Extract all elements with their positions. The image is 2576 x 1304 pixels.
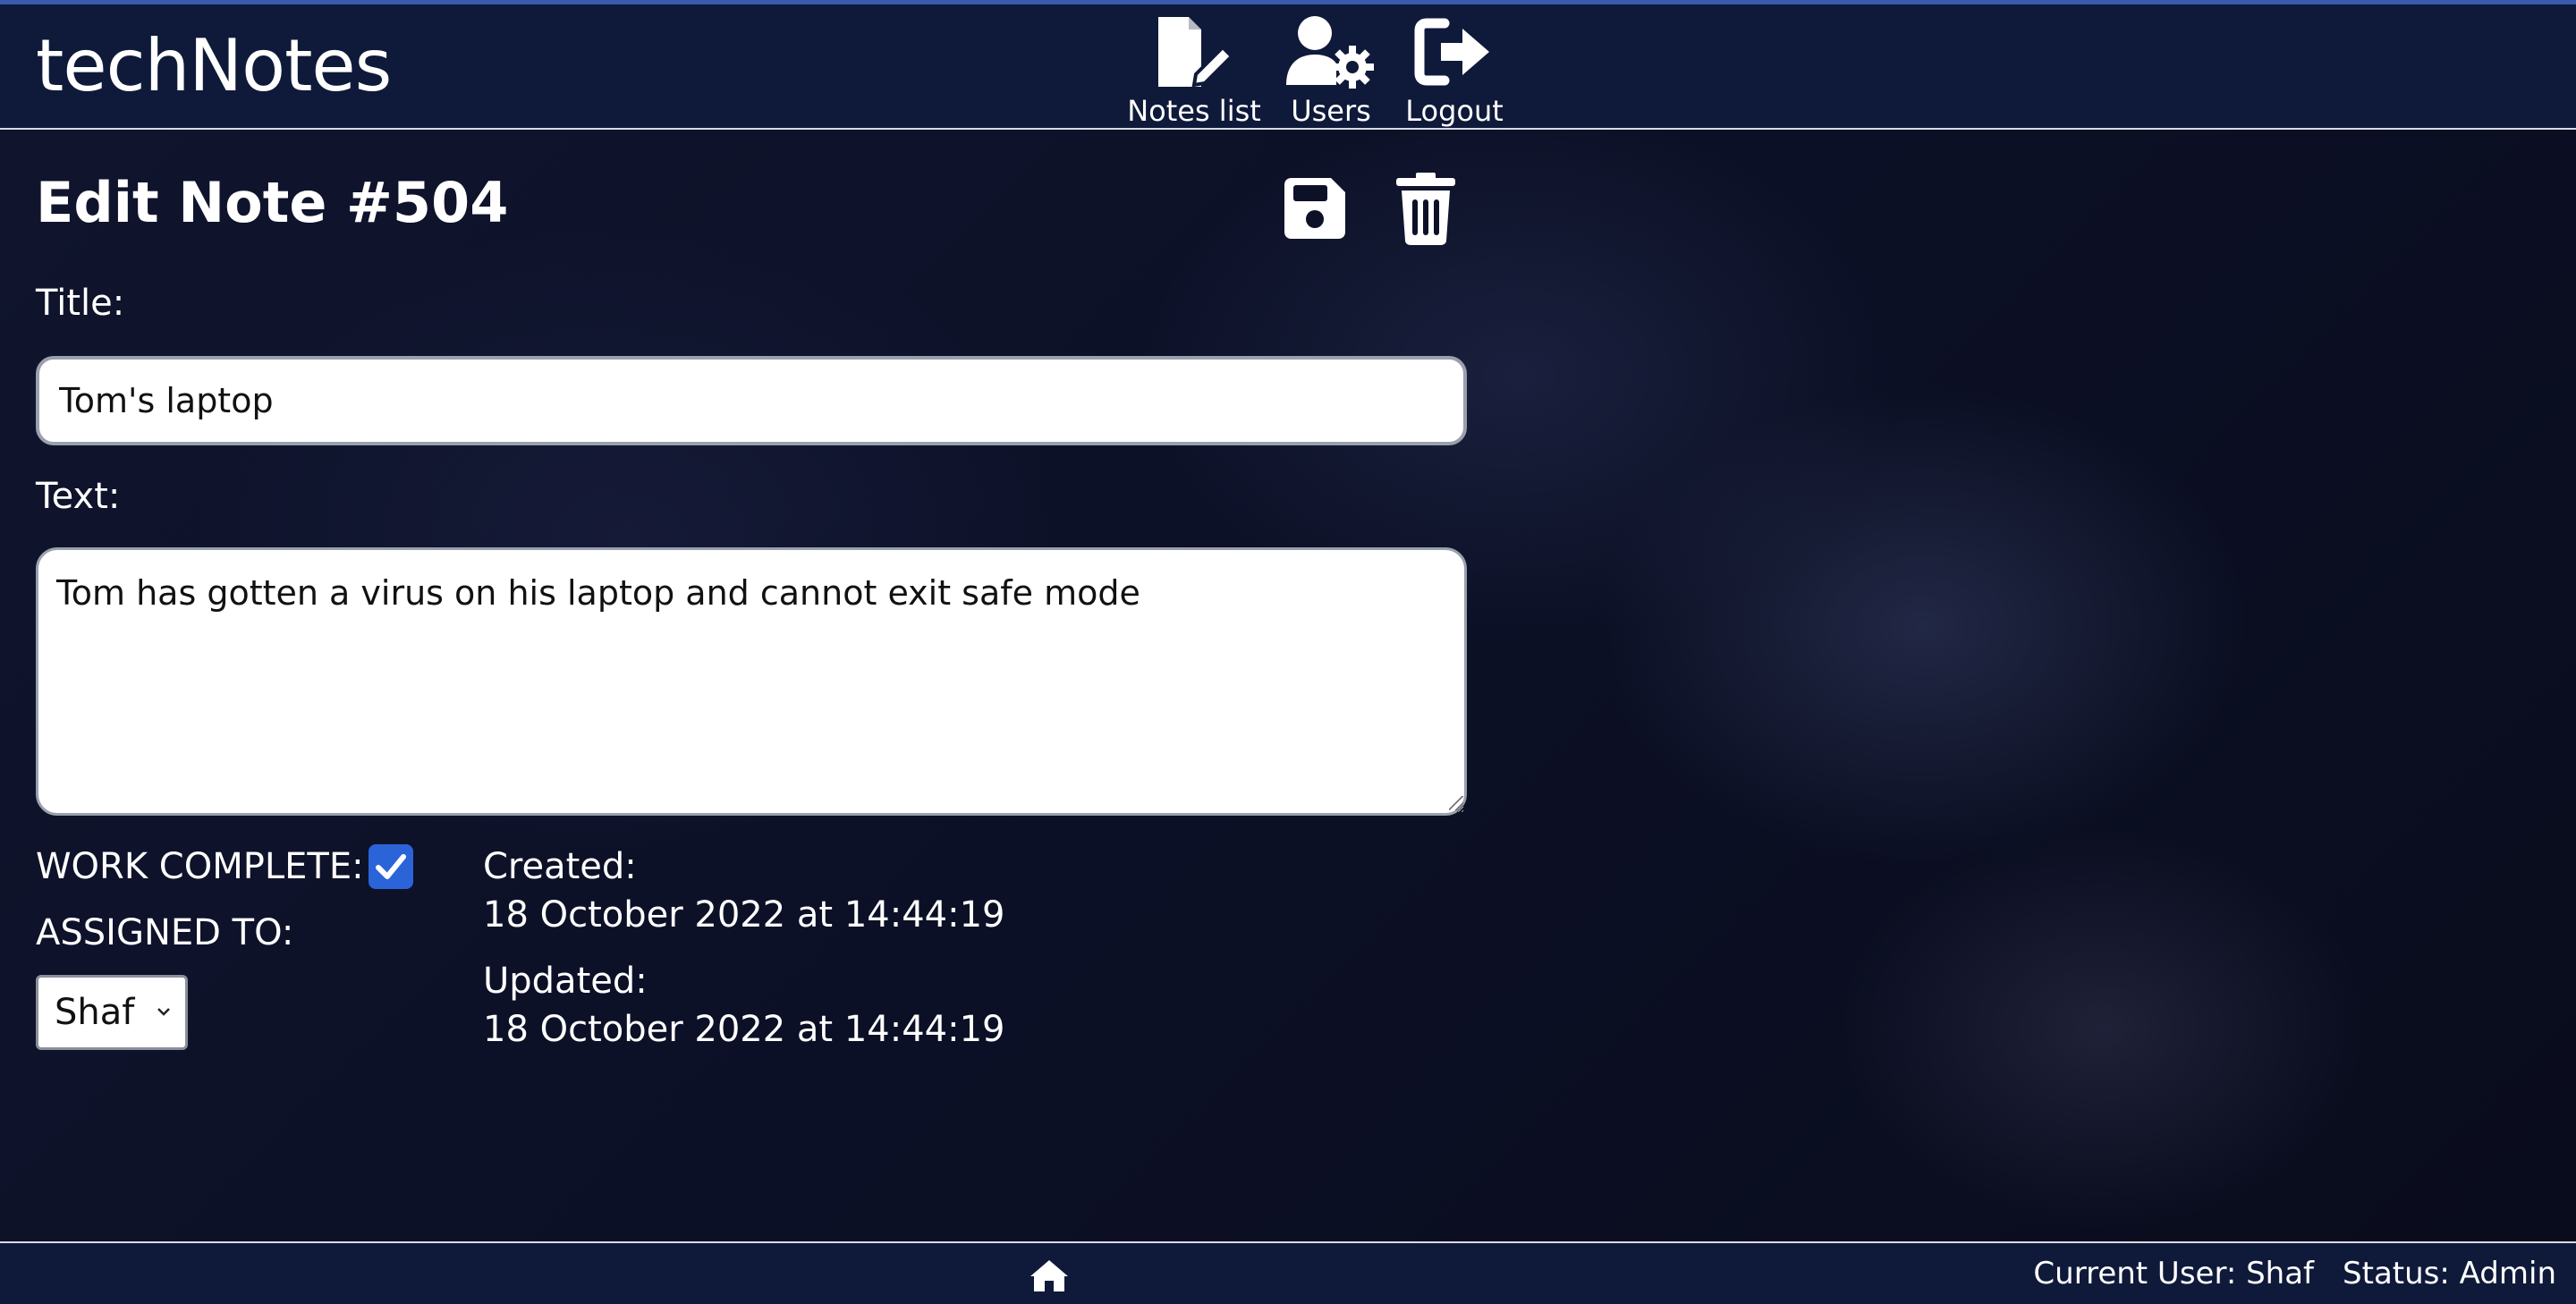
updated-info: Updated: 18 October 2022 at 14:44:19 — [483, 957, 1004, 1054]
note-actions — [1279, 166, 1462, 250]
current-user-text: Current User: Shaf — [2033, 1256, 2315, 1291]
app-footer: Current User: Shaf Status: Admin — [0, 1241, 2576, 1304]
chevron-down-icon — [157, 1008, 170, 1016]
assigned-user-select[interactable]: Shaf — [36, 975, 188, 1050]
sign-out-icon — [1405, 12, 1504, 92]
updated-label: Updated: — [483, 961, 648, 1002]
file-pen-icon — [1145, 12, 1243, 92]
home-icon — [1030, 1260, 1068, 1291]
checkmark-icon — [376, 854, 406, 879]
assigned-to-label: ASSIGNED TO: — [36, 912, 294, 953]
trash-icon — [1396, 173, 1455, 245]
updated-value: 18 October 2022 at 14:44:19 — [483, 1009, 1005, 1050]
users-label: Users — [1291, 94, 1371, 128]
created-info: Created: 18 October 2022 at 14:44:19 — [483, 843, 1004, 939]
logout-label: Logout — [1405, 94, 1504, 128]
footer-status: Current User: Shaf Status: Admin — [2033, 1256, 2556, 1291]
notes-list-button[interactable]: Notes list — [1127, 12, 1261, 128]
user-gear-icon — [1282, 12, 1380, 92]
created-label: Created: — [483, 846, 637, 887]
work-complete-checkbox[interactable] — [369, 844, 413, 889]
app-header: techNotes Notes list Users Logout — [0, 4, 2576, 130]
text-label: Text: — [36, 476, 121, 517]
floppy-disk-icon — [1284, 178, 1345, 239]
title-input[interactable] — [36, 356, 1467, 445]
home-button[interactable] — [1029, 1257, 1070, 1293]
edit-note-panel: Edit Note #504 — [36, 161, 1467, 259]
app-brand[interactable]: techNotes — [36, 24, 392, 107]
page-title: Edit Note #504 — [36, 170, 509, 235]
users-button[interactable]: Users — [1277, 12, 1385, 128]
logout-button[interactable]: Logout — [1401, 12, 1508, 128]
title-label: Title: — [36, 283, 125, 324]
notes-list-label: Notes list — [1127, 94, 1261, 128]
created-value: 18 October 2022 at 14:44:19 — [483, 894, 1005, 936]
work-complete-label: WORK COMPLETE: — [36, 846, 364, 887]
status-text: Status: Admin — [2343, 1256, 2556, 1291]
textarea-resize-handle[interactable] — [1449, 796, 1463, 810]
save-button[interactable] — [1279, 166, 1351, 250]
text-textarea[interactable]: Tom has gotten a virus on his laptop and… — [36, 547, 1467, 816]
header-nav: Notes list Users Logout — [1127, 12, 1508, 128]
title-row: Edit Note #504 — [36, 161, 1467, 259]
assigned-user-value: Shaf — [55, 992, 135, 1033]
delete-button[interactable] — [1390, 166, 1462, 250]
